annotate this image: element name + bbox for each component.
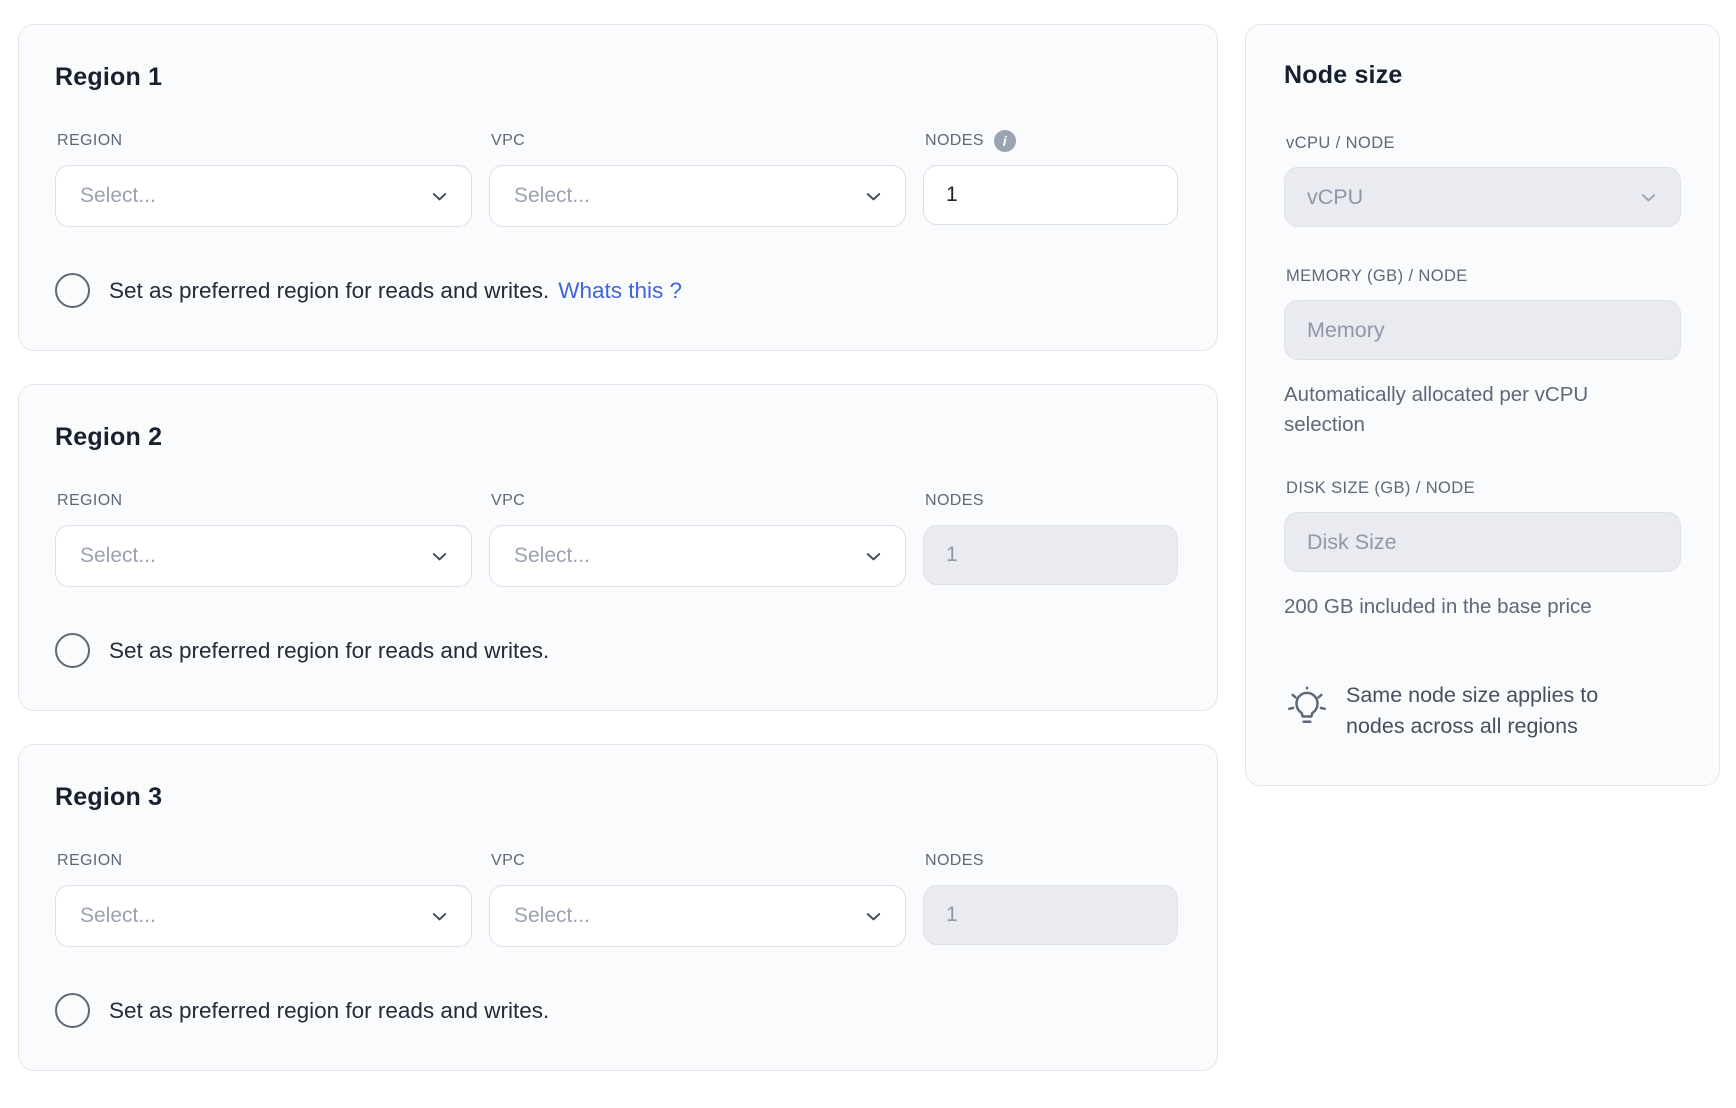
vpc-field-label: VPC — [491, 490, 906, 512]
region-2-region-select[interactable]: Select... — [55, 525, 472, 587]
memory-help-text: Automatically allocated per vCPU selecti… — [1284, 380, 1644, 439]
memory-group: MEMORY (GB) / NODE Memory Automatically … — [1284, 267, 1681, 439]
chevron-down-icon — [428, 905, 451, 928]
lightbulb-icon — [1284, 682, 1330, 733]
region-3-card: Region 3 REGION Select... VPC — [18, 744, 1218, 1071]
memory-input: Memory — [1284, 300, 1681, 360]
region-field-label: REGION — [57, 850, 472, 872]
region-3-fields: REGION Select... VPC Select... — [55, 850, 1175, 947]
vcpu-label: vCPU / NODE — [1286, 134, 1681, 153]
chevron-down-icon — [428, 185, 451, 208]
preferred-radio-label: Set as preferred region for reads and wr… — [109, 638, 549, 664]
select-placeholder: Select... — [80, 544, 156, 568]
disk-input: Disk Size — [1284, 512, 1681, 572]
region-2-title: Region 2 — [55, 423, 1175, 452]
region-3-preferred-radio[interactable] — [55, 993, 90, 1028]
vcpu-select: vCPU — [1284, 167, 1681, 227]
preferred-radio-label: Set as preferred region for reads and wr… — [109, 278, 549, 304]
select-placeholder: Select... — [80, 184, 156, 208]
disk-help-text: 200 GB included in the base price — [1284, 592, 1644, 622]
nodes-field-label: NODES i — [925, 130, 1178, 152]
region-2-preferred-radio[interactable] — [55, 633, 90, 668]
chevron-down-icon — [1637, 186, 1660, 209]
region-1-nodes-input[interactable] — [923, 165, 1178, 225]
region-1-card: Region 1 REGION Select... VPC — [18, 24, 1218, 351]
node-size-title: Node size — [1284, 61, 1681, 90]
region-field-label: REGION — [57, 130, 472, 152]
chevron-down-icon — [428, 545, 451, 568]
disk-label: DISK SIZE (GB) / NODE — [1286, 479, 1681, 498]
region-3-preferred-row: Set as preferred region for reads and wr… — [55, 993, 1175, 1028]
page-layout: Region 1 REGION Select... VPC — [0, 0, 1736, 1071]
region-1-preferred-radio[interactable] — [55, 273, 90, 308]
region-2-nodes-input — [923, 525, 1178, 585]
chevron-down-icon — [862, 545, 885, 568]
node-size-card: Node size vCPU / NODE vCPU MEMORY (GB) /… — [1245, 24, 1720, 786]
region-1-region-select[interactable]: Select... — [55, 165, 472, 227]
region-2-card: Region 2 REGION Select... VPC — [18, 384, 1218, 711]
region-1-preferred-row: Set as preferred region for reads and wr… — [55, 273, 1175, 308]
region-field-label: REGION — [57, 490, 472, 512]
regions-column: Region 1 REGION Select... VPC — [18, 24, 1218, 1071]
region-3-vpc-select[interactable]: Select... — [489, 885, 906, 947]
region-1-fields: REGION Select... VPC Select... — [55, 130, 1175, 227]
region-1-title: Region 1 — [55, 63, 1175, 92]
region-3-title: Region 3 — [55, 783, 1175, 812]
memory-label: MEMORY (GB) / NODE — [1286, 267, 1681, 286]
region-1-vpc-select[interactable]: Select... — [489, 165, 906, 227]
region-2-vpc-select[interactable]: Select... — [489, 525, 906, 587]
info-icon[interactable]: i — [994, 130, 1016, 152]
select-placeholder: Select... — [514, 904, 590, 928]
whats-this-link[interactable]: Whats this ? — [558, 278, 682, 304]
nodes-field-label: NODES — [925, 850, 1178, 872]
chevron-down-icon — [862, 185, 885, 208]
region-3-region-select[interactable]: Select... — [55, 885, 472, 947]
memory-placeholder: Memory — [1307, 318, 1385, 343]
region-3-nodes-input — [923, 885, 1178, 945]
vpc-field-label: VPC — [491, 130, 906, 152]
region-2-preferred-row: Set as preferred region for reads and wr… — [55, 633, 1175, 668]
select-placeholder: Select... — [514, 544, 590, 568]
node-size-note: Same node size applies to nodes across a… — [1284, 680, 1681, 741]
preferred-radio-label: Set as preferred region for reads and wr… — [109, 998, 549, 1024]
disk-group: DISK SIZE (GB) / NODE Disk Size 200 GB i… — [1284, 479, 1681, 622]
region-2-fields: REGION Select... VPC Select... — [55, 490, 1175, 587]
vcpu-group: vCPU / NODE vCPU — [1284, 134, 1681, 227]
chevron-down-icon — [862, 905, 885, 928]
select-placeholder: Select... — [80, 904, 156, 928]
vpc-field-label: VPC — [491, 850, 906, 872]
disk-placeholder: Disk Size — [1307, 530, 1397, 555]
select-placeholder: Select... — [514, 184, 590, 208]
nodes-field-label: NODES — [925, 490, 1178, 512]
vcpu-placeholder: vCPU — [1307, 185, 1363, 210]
node-size-note-text: Same node size applies to nodes across a… — [1346, 680, 1631, 741]
